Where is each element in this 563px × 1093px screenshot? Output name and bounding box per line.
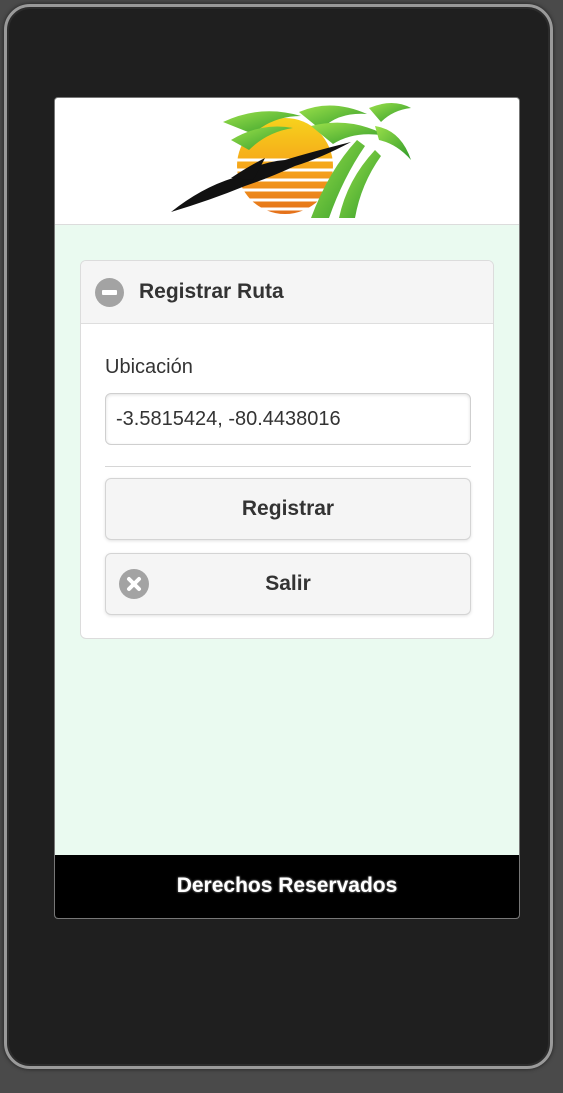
location-input[interactable] bbox=[105, 393, 471, 445]
exit-button[interactable]: Salir bbox=[105, 553, 471, 615]
register-button-label: Registrar bbox=[241, 497, 335, 520]
register-button[interactable]: Registrar bbox=[105, 478, 471, 540]
footer-text: Derechos Reservados bbox=[176, 874, 398, 897]
palm-sunset-logo bbox=[171, 103, 411, 218]
phone-frame: Registrar Ruta Ubicación Registrar Salir… bbox=[4, 4, 553, 1069]
divider bbox=[105, 466, 471, 467]
footer: Derechos Reservados bbox=[55, 855, 519, 918]
minus-circle-icon bbox=[95, 278, 124, 307]
register-route-panel: Registrar Ruta Ubicación Registrar Salir bbox=[80, 260, 494, 639]
header bbox=[55, 98, 519, 225]
exit-button-label: Salir bbox=[265, 572, 311, 595]
location-label: Ubicación bbox=[105, 356, 193, 378]
close-circle-icon bbox=[119, 569, 149, 599]
app-screen: Registrar Ruta Ubicación Registrar Salir… bbox=[54, 97, 520, 919]
panel-header[interactable]: Registrar Ruta bbox=[81, 261, 493, 324]
panel-title: Registrar Ruta bbox=[139, 280, 284, 303]
